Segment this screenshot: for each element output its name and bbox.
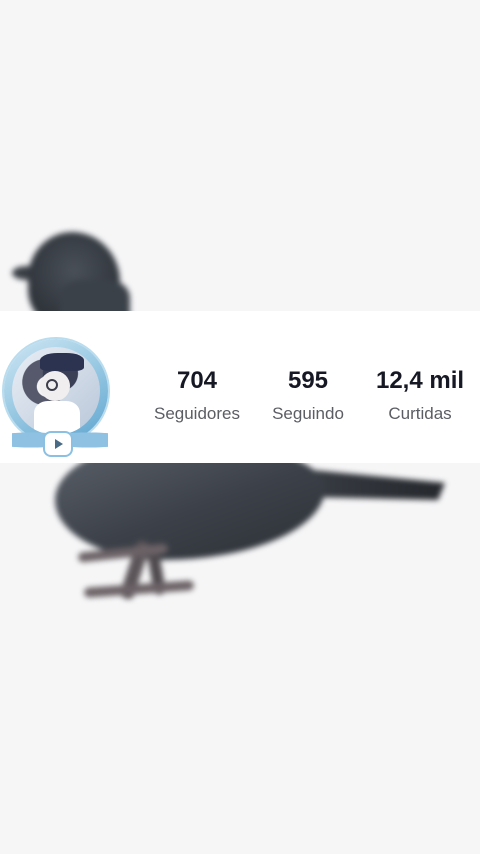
followers-label: Seguidores xyxy=(153,404,240,423)
play-icon[interactable] xyxy=(45,433,71,455)
following-label: Seguindo xyxy=(272,404,344,423)
followers-stat[interactable]: 704 Seguidores xyxy=(146,365,248,427)
pigeon-foot xyxy=(83,580,195,598)
following-stat[interactable]: 595 Seguindo xyxy=(262,365,354,427)
avatar[interactable] xyxy=(4,339,116,455)
profile-stats-band: 704 Seguidores 595 Seguindo 12,4 mil Cur… xyxy=(0,311,480,463)
avatar-image xyxy=(12,347,100,435)
avatar-eye xyxy=(46,379,58,391)
avatar-hat xyxy=(40,353,84,371)
likes-stat[interactable]: 12,4 mil Curtidas xyxy=(372,365,468,427)
followers-count: 704 xyxy=(176,367,218,394)
likes-label: Curtidas xyxy=(388,404,452,423)
following-count: 595 xyxy=(287,367,329,394)
likes-count: 12,4 mil xyxy=(375,367,465,394)
